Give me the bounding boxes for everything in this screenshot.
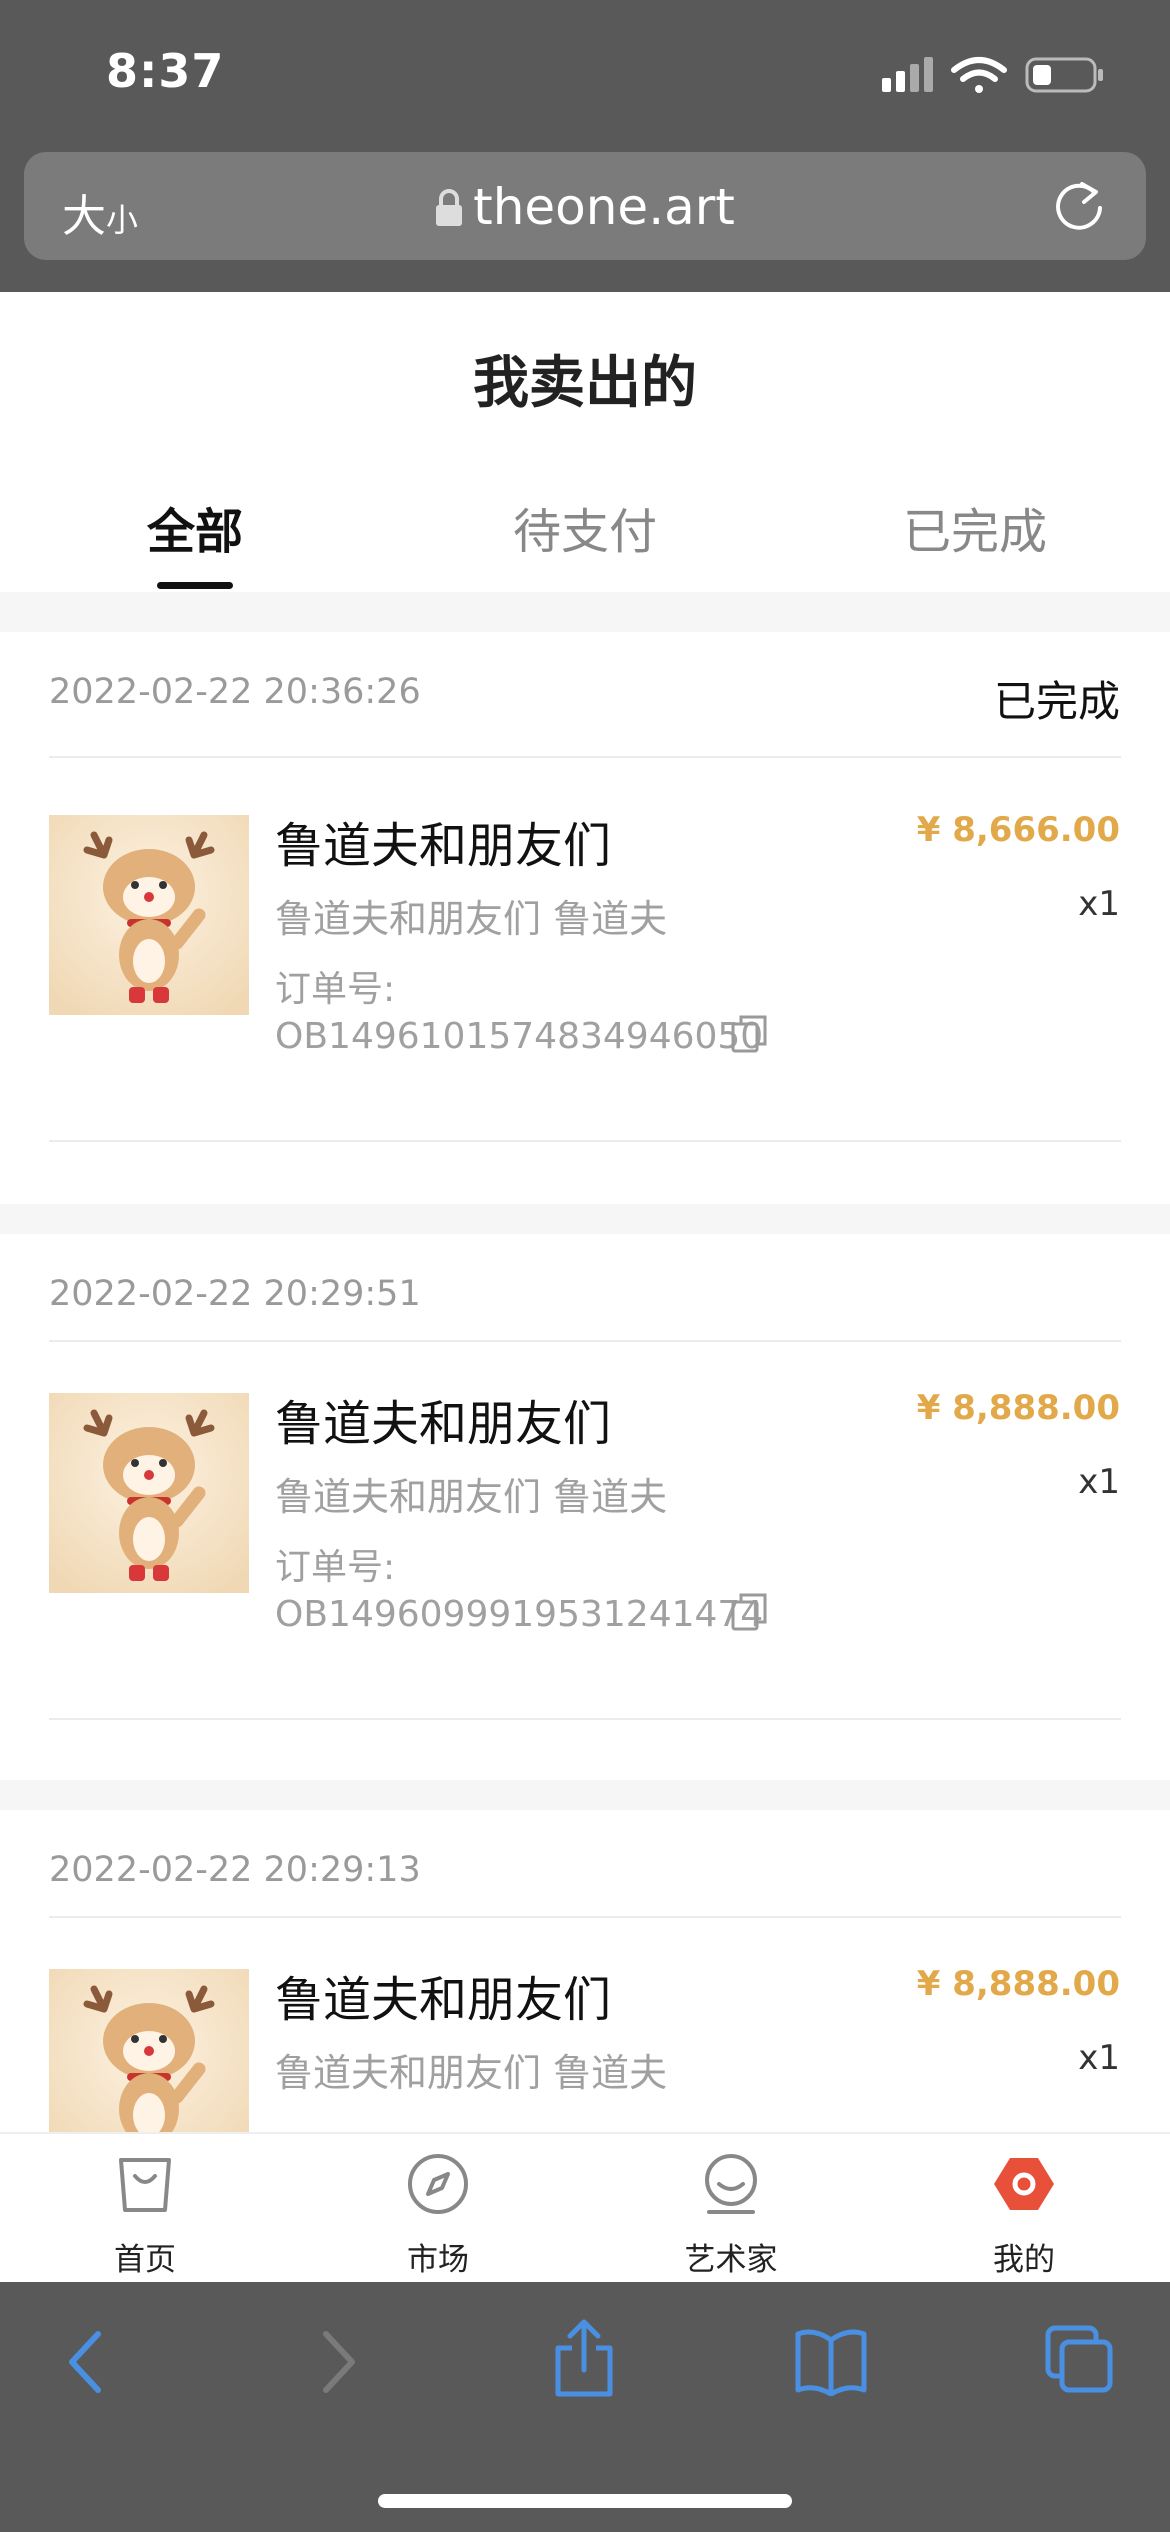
order-time: 2022-02-22 20:36:26	[49, 672, 421, 712]
reload-icon[interactable]	[1052, 178, 1106, 238]
status-time: 8:37	[106, 44, 225, 98]
tab-market-label: 市场	[407, 2242, 469, 2278]
product-subtitle: 鲁道夫和朋友们 鲁道夫	[275, 1475, 668, 1519]
product-thumbnail[interactable]	[49, 1969, 249, 2132]
tab-home-label: 首页	[114, 2242, 176, 2278]
share-icon	[555, 2319, 613, 2397]
order-card[interactable]: 2022-02-22 20:29:13 鲁道夫和朋友们 鲁道夫和朋友们 鲁道夫 …	[0, 1810, 1170, 2132]
bookmarks-button[interactable]	[794, 2326, 868, 2400]
tab-pending-payment[interactable]: 待支付	[435, 492, 735, 562]
lock-icon	[435, 182, 463, 240]
divider	[49, 1340, 1121, 1342]
app-tab-bar: 首页 市场 艺术家 我的	[0, 2132, 1170, 2282]
order-quantity: x1	[1078, 884, 1120, 924]
section-gap	[0, 1780, 1170, 1810]
back-button[interactable]	[62, 2322, 112, 2406]
share-button[interactable]	[552, 2318, 616, 2402]
forward-button[interactable]	[312, 2322, 362, 2406]
address-bar[interactable]: 大小 theone.art	[24, 152, 1146, 260]
battery-icon	[1025, 57, 1103, 93]
divider	[49, 1916, 1121, 1918]
order-number-label: 订单号:	[275, 1547, 396, 1588]
tab-all[interactable]: 全部	[45, 492, 345, 562]
tab-completed[interactable]: 已完成	[825, 492, 1125, 562]
url-text: theone.art	[473, 178, 735, 236]
copy-icon[interactable]	[730, 1592, 768, 1636]
forward-arrow-icon	[323, 2331, 355, 2393]
tabs-button[interactable]	[1044, 2324, 1114, 2398]
copy-icon[interactable]	[730, 1014, 768, 1058]
order-time: 2022-02-22 20:29:13	[49, 1850, 421, 1890]
artist-icon	[699, 2152, 763, 2216]
bookmarks-book-icon	[795, 2329, 867, 2397]
order-number-label: 订单号:	[275, 969, 396, 1010]
cellular-signal-icon	[882, 57, 933, 92]
divider	[49, 756, 1121, 758]
tabs-icon	[1045, 2325, 1113, 2393]
tab-market[interactable]: 市场	[338, 2134, 538, 2284]
page-content: 我卖出的 全部 待支付 已完成 2022-02-22 20:36:26 已完成	[0, 292, 1170, 2132]
product-title: 鲁道夫和朋友们	[275, 818, 612, 874]
order-tabs: 全部 待支付 已完成	[0, 492, 1170, 582]
product-subtitle: 鲁道夫和朋友们 鲁道夫	[275, 897, 668, 941]
order-quantity: x1	[1078, 1462, 1120, 1502]
divider	[49, 1140, 1121, 1142]
section-gap	[0, 592, 1170, 632]
shopping-bag-icon	[113, 2152, 177, 2216]
wifi-icon	[951, 57, 1007, 93]
tab-artist[interactable]: 艺术家	[631, 2134, 831, 2284]
browser-top-chrome: 8:37 大小 theone.art	[0, 0, 1170, 292]
order-number: OB1496101574834946050	[275, 1016, 764, 1057]
order-price: ¥ 8,666.00	[916, 810, 1120, 850]
tab-mine-label: 我的	[993, 2242, 1055, 2278]
order-price: ¥ 8,888.00	[916, 1964, 1120, 2004]
order-card[interactable]: 2022-02-22 20:29:51 鲁道夫和朋友们 鲁道夫和朋友们 鲁道夫 …	[0, 1234, 1170, 1794]
product-title: 鲁道夫和朋友们	[275, 1396, 612, 1452]
order-price: ¥ 8,888.00	[916, 1388, 1120, 1428]
product-thumbnail[interactable]	[49, 815, 249, 1015]
order-number: OB1496099919531241474	[275, 1594, 764, 1635]
status-icons	[880, 54, 1120, 94]
tab-mine[interactable]: 我的	[924, 2134, 1124, 2284]
tab-home[interactable]: 首页	[45, 2134, 245, 2284]
product-thumbnail[interactable]	[49, 1393, 249, 1593]
url-display[interactable]: theone.art	[24, 178, 1146, 240]
back-arrow-icon	[69, 2331, 101, 2393]
home-indicator[interactable]	[378, 2494, 792, 2508]
compass-icon	[406, 2152, 470, 2216]
product-subtitle: 鲁道夫和朋友们 鲁道夫	[275, 2051, 668, 2095]
order-time: 2022-02-22 20:29:51	[49, 1274, 421, 1314]
product-title: 鲁道夫和朋友们	[275, 1972, 612, 2028]
profile-hexagon-icon	[992, 2152, 1056, 2216]
tab-artist-label: 艺术家	[684, 2242, 778, 2278]
order-status: 已完成	[993, 677, 1120, 726]
section-gap	[0, 1204, 1170, 1234]
active-tab-indicator	[157, 582, 233, 589]
browser-bottom-toolbar	[0, 2282, 1170, 2532]
order-quantity: x1	[1078, 2038, 1120, 2078]
divider	[49, 1718, 1121, 1720]
page-title: 我卖出的	[473, 351, 697, 416]
